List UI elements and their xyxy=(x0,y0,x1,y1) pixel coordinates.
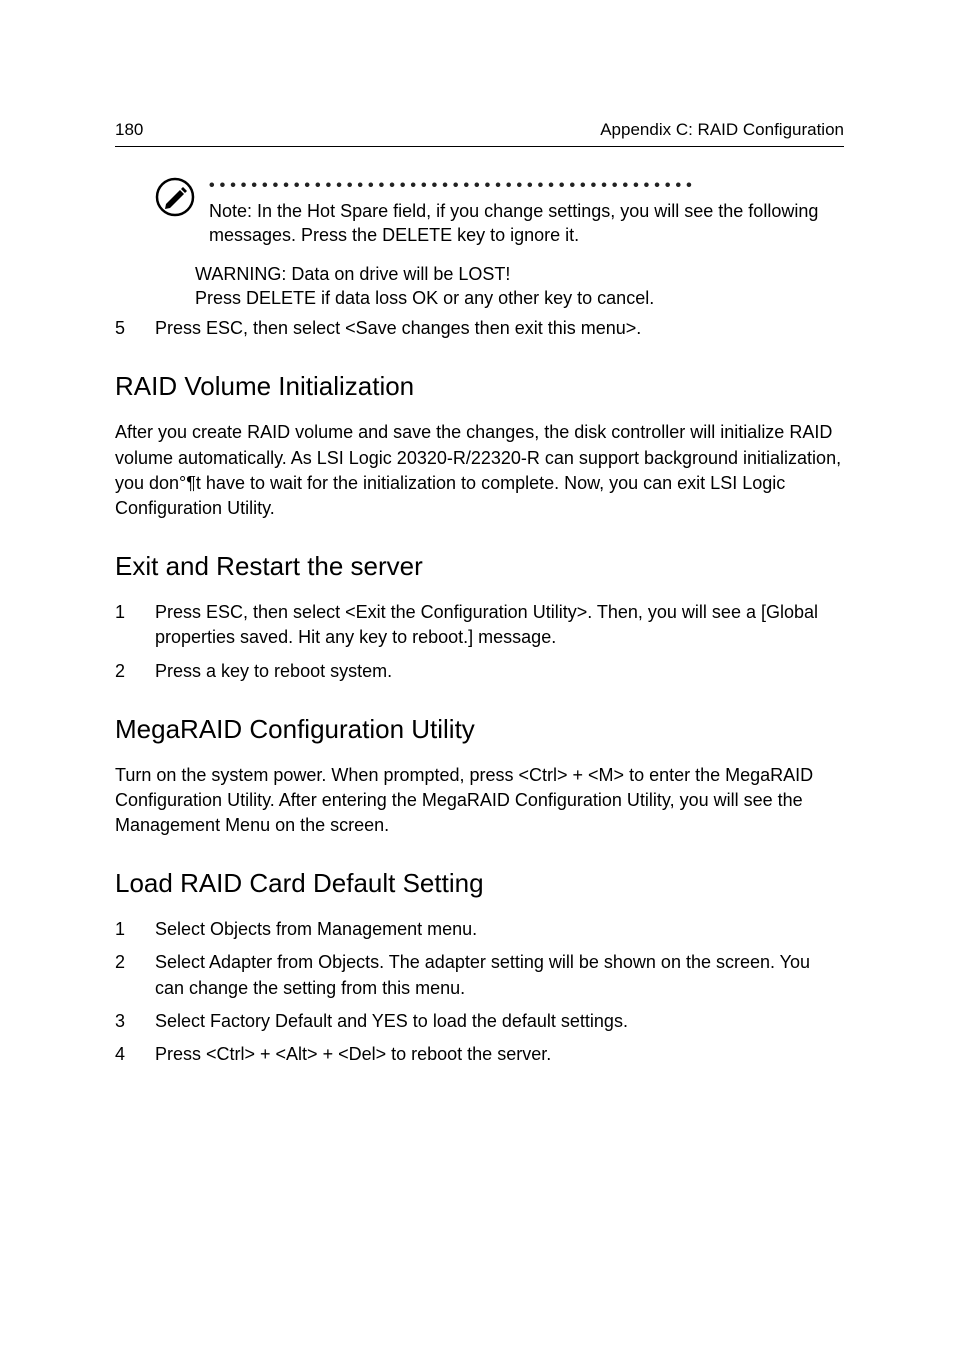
exit-restart-list: 1 Press ESC, then select <Exit the Confi… xyxy=(115,600,844,684)
list-item: 2 Press a key to reboot system. xyxy=(115,659,844,684)
dots-divider: ••••••••••••••••••••••••••••••••••••••••… xyxy=(209,177,844,195)
list-number: 4 xyxy=(115,1042,129,1067)
list-number: 2 xyxy=(115,950,129,1000)
list-text: Select Factory Default and YES to load t… xyxy=(155,1009,844,1034)
warning-line1: WARNING: Data on drive will be LOST! xyxy=(195,262,844,286)
list-item: 3 Select Factory Default and YES to load… xyxy=(115,1009,844,1034)
heading-load-raid: Load RAID Card Default Setting xyxy=(115,868,844,899)
list-item: 4 Press <Ctrl> + <Alt> + <Del> to reboot… xyxy=(115,1042,844,1067)
list-text: Press ESC, then select <Save changes the… xyxy=(155,316,844,341)
note-block: ••••••••••••••••••••••••••••••••••••••••… xyxy=(155,177,844,248)
list-text: Select Objects from Management menu. xyxy=(155,917,844,942)
list-number: 1 xyxy=(115,600,129,650)
warning-block: WARNING: Data on drive will be LOST! Pre… xyxy=(195,262,844,311)
list-item: 1 Select Objects from Management menu. xyxy=(115,917,844,942)
header-title: Appendix C: RAID Configuration xyxy=(600,120,844,140)
list-item: 1 Press ESC, then select <Exit the Confi… xyxy=(115,600,844,650)
list-text: Press <Ctrl> + <Alt> + <Del> to reboot t… xyxy=(155,1042,844,1067)
note-text: Note: In the Hot Spare field, if you cha… xyxy=(209,199,844,248)
heading-megaraid: MegaRAID Configuration Utility xyxy=(115,714,844,745)
content-area: ••••••••••••••••••••••••••••••••••••••••… xyxy=(115,177,844,1067)
note-text-container: ••••••••••••••••••••••••••••••••••••••••… xyxy=(209,177,844,248)
page-header: 180 Appendix C: RAID Configuration xyxy=(115,120,844,147)
list-item: 5 Press ESC, then select <Save changes t… xyxy=(115,316,844,341)
step-list-5: 5 Press ESC, then select <Save changes t… xyxy=(115,316,844,341)
list-item: 2 Select Adapter from Objects. The adapt… xyxy=(115,950,844,1000)
paragraph-megaraid: Turn on the system power. When prompted,… xyxy=(115,763,844,839)
pen-icon xyxy=(155,177,195,217)
list-text: Select Adapter from Objects. The adapter… xyxy=(155,950,844,1000)
list-number: 2 xyxy=(115,659,129,684)
heading-exit-restart: Exit and Restart the server xyxy=(115,551,844,582)
heading-raid-init: RAID Volume Initialization xyxy=(115,371,844,402)
list-number: 1 xyxy=(115,917,129,942)
load-raid-list: 1 Select Objects from Management menu. 2… xyxy=(115,917,844,1067)
list-text: Press a key to reboot system. xyxy=(155,659,844,684)
warning-line2: Press DELETE if data loss OK or any othe… xyxy=(195,286,844,310)
page-number: 180 xyxy=(115,120,143,140)
paragraph-raid-init: After you create RAID volume and save th… xyxy=(115,420,844,521)
list-text: Press ESC, then select <Exit the Configu… xyxy=(155,600,844,650)
list-number: 5 xyxy=(115,316,129,341)
page-container: 180 Appendix C: RAID Configuration •••••… xyxy=(0,0,954,1147)
list-number: 3 xyxy=(115,1009,129,1034)
